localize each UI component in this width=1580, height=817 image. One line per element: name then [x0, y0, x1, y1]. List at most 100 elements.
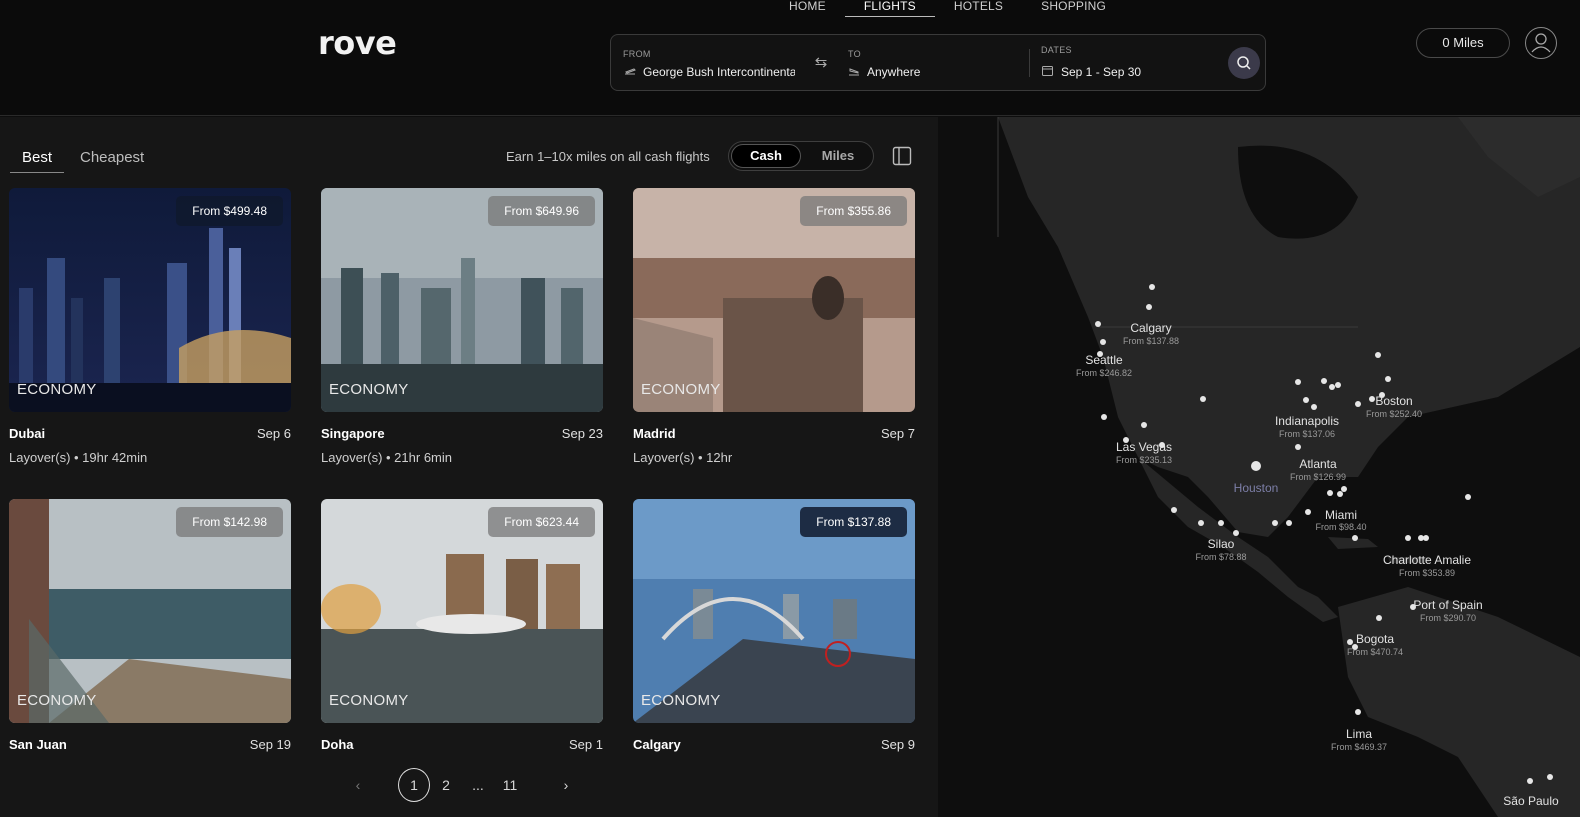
nav-flights[interactable]: FLIGHTS [844, 0, 935, 17]
map-label-boston[interactable]: Boston [1375, 394, 1412, 408]
destination-photo: From $649.96 ECONOMY [321, 188, 603, 412]
to-label: TO [848, 49, 861, 59]
map-label-indianapolis[interactable]: Indianapolis [1275, 414, 1339, 428]
map-label-bogota[interactable]: Bogota [1356, 632, 1394, 646]
map-label-atlanta[interactable]: Atlanta [1299, 457, 1336, 471]
origin-marker [1251, 461, 1261, 471]
departure-date: Sep 19 [249, 737, 291, 752]
price-badge: From $142.98 [176, 507, 283, 537]
map-label-houston-origin[interactable]: Houston [1234, 481, 1279, 495]
nav-hotels[interactable]: HOTELS [935, 0, 1022, 17]
nav-home[interactable]: HOME [770, 0, 845, 17]
map-price-seattle: From $246.82 [1075, 368, 1133, 378]
main-nav: HOME FLIGHTS HOTELS SHOPPING [770, 0, 1125, 17]
layover-info: Layover(s) • 12hr [633, 450, 733, 465]
destination-photo: From $355.86 ECONOMY [633, 188, 915, 412]
map-label-calgary[interactable]: Calgary [1130, 321, 1171, 335]
search-divider [1029, 49, 1030, 77]
destinations-map[interactable]: Calgary From $137.88 Seattle From $246.8… [938, 117, 1580, 817]
map-price-calgary: From $137.88 [1122, 336, 1180, 346]
map-price-bogota: From $470.74 [1346, 647, 1404, 657]
departure-date: Sep 23 [561, 426, 603, 441]
destination-city: Singapore [321, 426, 385, 441]
destination-photo: From $142.98 ECONOMY [9, 499, 291, 723]
miles-balance-button[interactable]: 0 Miles [1416, 28, 1510, 58]
departure-date: Sep 7 [881, 426, 915, 441]
next-page-button[interactable]: › [556, 768, 576, 802]
map-price-miami: From $98.40 [1315, 522, 1367, 532]
map-label-lima[interactable]: Lima [1346, 727, 1372, 741]
departure-plane-icon [624, 66, 636, 79]
cabin-class-label: ECONOMY [329, 692, 409, 709]
page-1-button[interactable]: 1 [398, 768, 430, 802]
cabin-class-label: ECONOMY [641, 381, 721, 398]
layover-info: Layover(s) • 19hr 42min [9, 450, 148, 465]
search-button[interactable] [1228, 47, 1260, 79]
swap-icon[interactable]: ⇆ [811, 53, 831, 73]
page-2-button[interactable]: 2 [436, 768, 456, 802]
nav-shopping[interactable]: SHOPPING [1022, 0, 1125, 17]
map-price-port-of-spain: From $290.70 [1419, 613, 1477, 623]
map-label-miami[interactable]: Miami [1325, 508, 1357, 522]
payment-toggle: Cash Miles [728, 141, 874, 171]
results-panel: Best Cheapest Earn 1–10x miles on all ca… [0, 117, 938, 817]
departure-date: Sep 1 [569, 737, 603, 752]
miles-option[interactable]: Miles [803, 144, 873, 168]
destination-card[interactable]: From $499.48 ECONOMY Dubai Sep 6 Layover… [9, 188, 291, 465]
map-label-silao[interactable]: Silao [1208, 537, 1235, 551]
brand-logo[interactable]: rove [318, 24, 397, 62]
map-label-port-of-spain[interactable]: Port of Spain [1413, 598, 1482, 612]
destination-card[interactable]: From $623.44 ECONOMY Doha Sep 1 [321, 499, 603, 752]
page-11-button[interactable]: 11 [498, 768, 522, 802]
dates-label: DATES [1041, 45, 1072, 55]
dates-field[interactable]: Sep 1 - Sep 30 [1061, 65, 1201, 79]
search-icon [1237, 56, 1251, 70]
destination-city: Doha [321, 737, 354, 752]
destination-card[interactable]: From $142.98 ECONOMY San Juan Sep 19 [9, 499, 291, 752]
map-price-charlotte-amalie: From $353.89 [1398, 568, 1456, 578]
tab-cheapest[interactable]: Cheapest [80, 149, 144, 166]
map-price-atlanta: From $126.99 [1289, 472, 1347, 482]
price-badge: From $137.88 [800, 507, 907, 537]
sidebar-layout-icon [892, 146, 912, 166]
destination-photo: From $137.88 ECONOMY [633, 499, 915, 723]
map-label-seattle[interactable]: Seattle [1085, 353, 1122, 367]
departure-date: Sep 6 [257, 426, 291, 441]
map-label-charlotte-amalie[interactable]: Charlotte Amalie [1383, 553, 1471, 567]
price-badge: From $623.44 [488, 507, 595, 537]
map-price-boston: From $252.40 [1365, 409, 1423, 419]
cabin-class-label: ECONOMY [17, 381, 97, 398]
profile-avatar[interactable] [1525, 27, 1557, 59]
to-field[interactable]: Anywhere [867, 65, 1007, 79]
from-field[interactable]: George Bush Intercontinental [643, 65, 795, 79]
map-price-silao: From $78.88 [1195, 552, 1247, 562]
destination-card[interactable]: From $137.88 ECONOMY Calgary Sep 9 [633, 499, 915, 752]
earn-miles-note: Earn 1–10x miles on all cash flights [506, 149, 710, 164]
layout-toggle-button[interactable] [892, 146, 912, 166]
tab-best[interactable]: Best [10, 149, 64, 173]
price-badge: From $355.86 [800, 196, 907, 226]
cash-option[interactable]: Cash [731, 144, 801, 168]
price-badge: From $649.96 [488, 196, 595, 226]
map-price-las-vegas: From $235.13 [1115, 455, 1173, 465]
destination-city: San Juan [9, 737, 67, 752]
map-label-sao-paulo[interactable]: São Paulo [1503, 794, 1558, 808]
destination-card[interactable]: From $355.86 ECONOMY Madrid Sep 7 Layove… [633, 188, 915, 465]
destination-city: Dubai [9, 426, 46, 441]
destination-photo: From $499.48 ECONOMY [9, 188, 291, 412]
calendar-icon [1042, 65, 1053, 79]
destination-city: Calgary [633, 737, 681, 752]
price-badge: From $499.48 [176, 196, 283, 226]
top-header: HOME FLIGHTS HOTELS SHOPPING rove FROM G… [0, 0, 1580, 116]
departure-date: Sep 9 [881, 737, 915, 752]
pagination-ellipsis: ... [472, 777, 484, 793]
from-label: FROM [623, 49, 651, 59]
pagination: ‹ 1 2 ... 11 › [340, 768, 590, 802]
destination-city: Madrid [633, 426, 676, 441]
destination-photo: From $623.44 ECONOMY [321, 499, 603, 723]
flight-search-bar: FROM George Bush Intercontinental ⇆ TO A… [610, 34, 1266, 91]
destination-card[interactable]: From $649.96 ECONOMY Singapore Sep 23 La… [321, 188, 603, 465]
prev-page-button[interactable]: ‹ [348, 768, 368, 802]
map-price-indianapolis: From $137.06 [1278, 429, 1336, 439]
map-label-las-vegas[interactable]: Las Vegas [1116, 440, 1172, 454]
